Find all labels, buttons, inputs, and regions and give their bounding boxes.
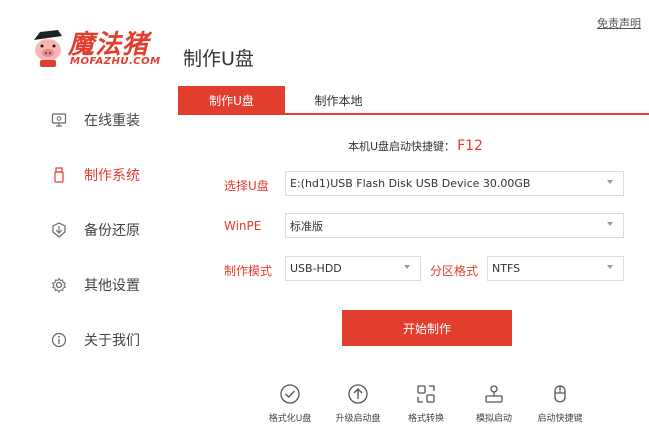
logo-text-en: MOFAZHU.COM (70, 56, 161, 67)
sidebar-item-backup-restore[interactable]: 备份还原 (50, 218, 140, 242)
tab-make-local[interactable]: 制作本地 (285, 86, 392, 115)
pig-mascot-icon (34, 30, 62, 67)
upload-circle-icon (348, 384, 368, 404)
sidebar-item-label: 其他设置 (84, 278, 140, 294)
chevron-down-icon (404, 265, 410, 269)
tool-upgrade-boot-disk[interactable]: 升级启动盘 (328, 383, 388, 424)
mouse-icon (554, 385, 566, 403)
partition-format-value: NTFS (492, 262, 521, 275)
sidebar-item-make-system[interactable]: 制作系统 (50, 163, 140, 187)
start-make-button[interactable]: 开始制作 (342, 310, 512, 346)
winpe-select-value: 标准版 (290, 219, 323, 233)
usb-drive-icon (50, 166, 68, 184)
usb-select[interactable]: E:(hd1)USB Flash Disk USB Device 30.00GB (285, 171, 624, 196)
sidebar-item-label: 备份还原 (84, 223, 140, 239)
sidebar-item-other-settings[interactable]: 其他设置 (50, 273, 140, 297)
boot-hotkey-value: F12 (457, 138, 483, 154)
boot-hotkey-hint: 本机U盘启动快捷键： F12 (348, 138, 483, 154)
tool-format-convert[interactable]: 格式转换 (396, 383, 456, 424)
sidebar-item-about-us[interactable]: 关于我们 (50, 328, 140, 352)
usb-select-label: 选择U盘 (224, 179, 269, 193)
tab-bar: 制作U盘 制作本地 (178, 86, 649, 115)
page-title: 制作U盘 (183, 48, 254, 70)
partition-format-select[interactable]: NTFS (487, 256, 624, 281)
tool-label: 升级启动盘 (335, 414, 381, 424)
monitor-icon (50, 111, 68, 129)
tool-format-usb[interactable]: 格式化U盘 (260, 383, 320, 424)
partition-format-label: 分区格式 (430, 264, 479, 278)
sidebar-item-label: 制作系统 (84, 168, 140, 184)
check-circle-icon (280, 384, 300, 404)
tool-label: 格式化U盘 (268, 414, 312, 424)
chevron-down-icon (607, 180, 613, 184)
winpe-select-label: WinPE (224, 219, 262, 233)
make-mode-select[interactable]: USB-HDD (285, 256, 421, 281)
convert-icon (417, 385, 435, 403)
sidebar-item-label: 在线重装 (84, 113, 140, 129)
gear-icon (50, 276, 68, 294)
sidebar-item-online-reinstall[interactable]: 在线重装 (50, 108, 140, 132)
make-mode-value: USB-HDD (290, 262, 342, 275)
simulate-icon (485, 385, 503, 403)
usb-select-value: E:(hd1)USB Flash Disk USB Device 30.00GB (290, 177, 531, 190)
chevron-down-icon (607, 265, 613, 269)
tool-label: 模拟启动 (475, 414, 512, 424)
tool-simulate-boot[interactable]: 模拟启动 (464, 383, 524, 424)
tool-boot-hotkey[interactable]: 启动快捷键 (530, 383, 590, 424)
tab-make-usb[interactable]: 制作U盘 (178, 86, 285, 115)
disclaimer-link[interactable]: 免责声明 (597, 15, 641, 31)
chevron-down-icon (607, 222, 613, 226)
sidebar-item-label: 关于我们 (84, 333, 140, 349)
winpe-select[interactable]: 标准版 (285, 213, 624, 238)
tool-label: 格式转换 (407, 414, 444, 424)
tool-label: 启动快捷键 (537, 414, 583, 424)
boot-hotkey-label: 本机U盘启动快捷键： (348, 140, 456, 153)
info-icon (50, 331, 68, 349)
make-mode-label: 制作模式 (224, 264, 273, 278)
backup-restore-icon (50, 221, 68, 239)
logo: 魔法猪 MOFAZHU.COM (30, 24, 170, 72)
